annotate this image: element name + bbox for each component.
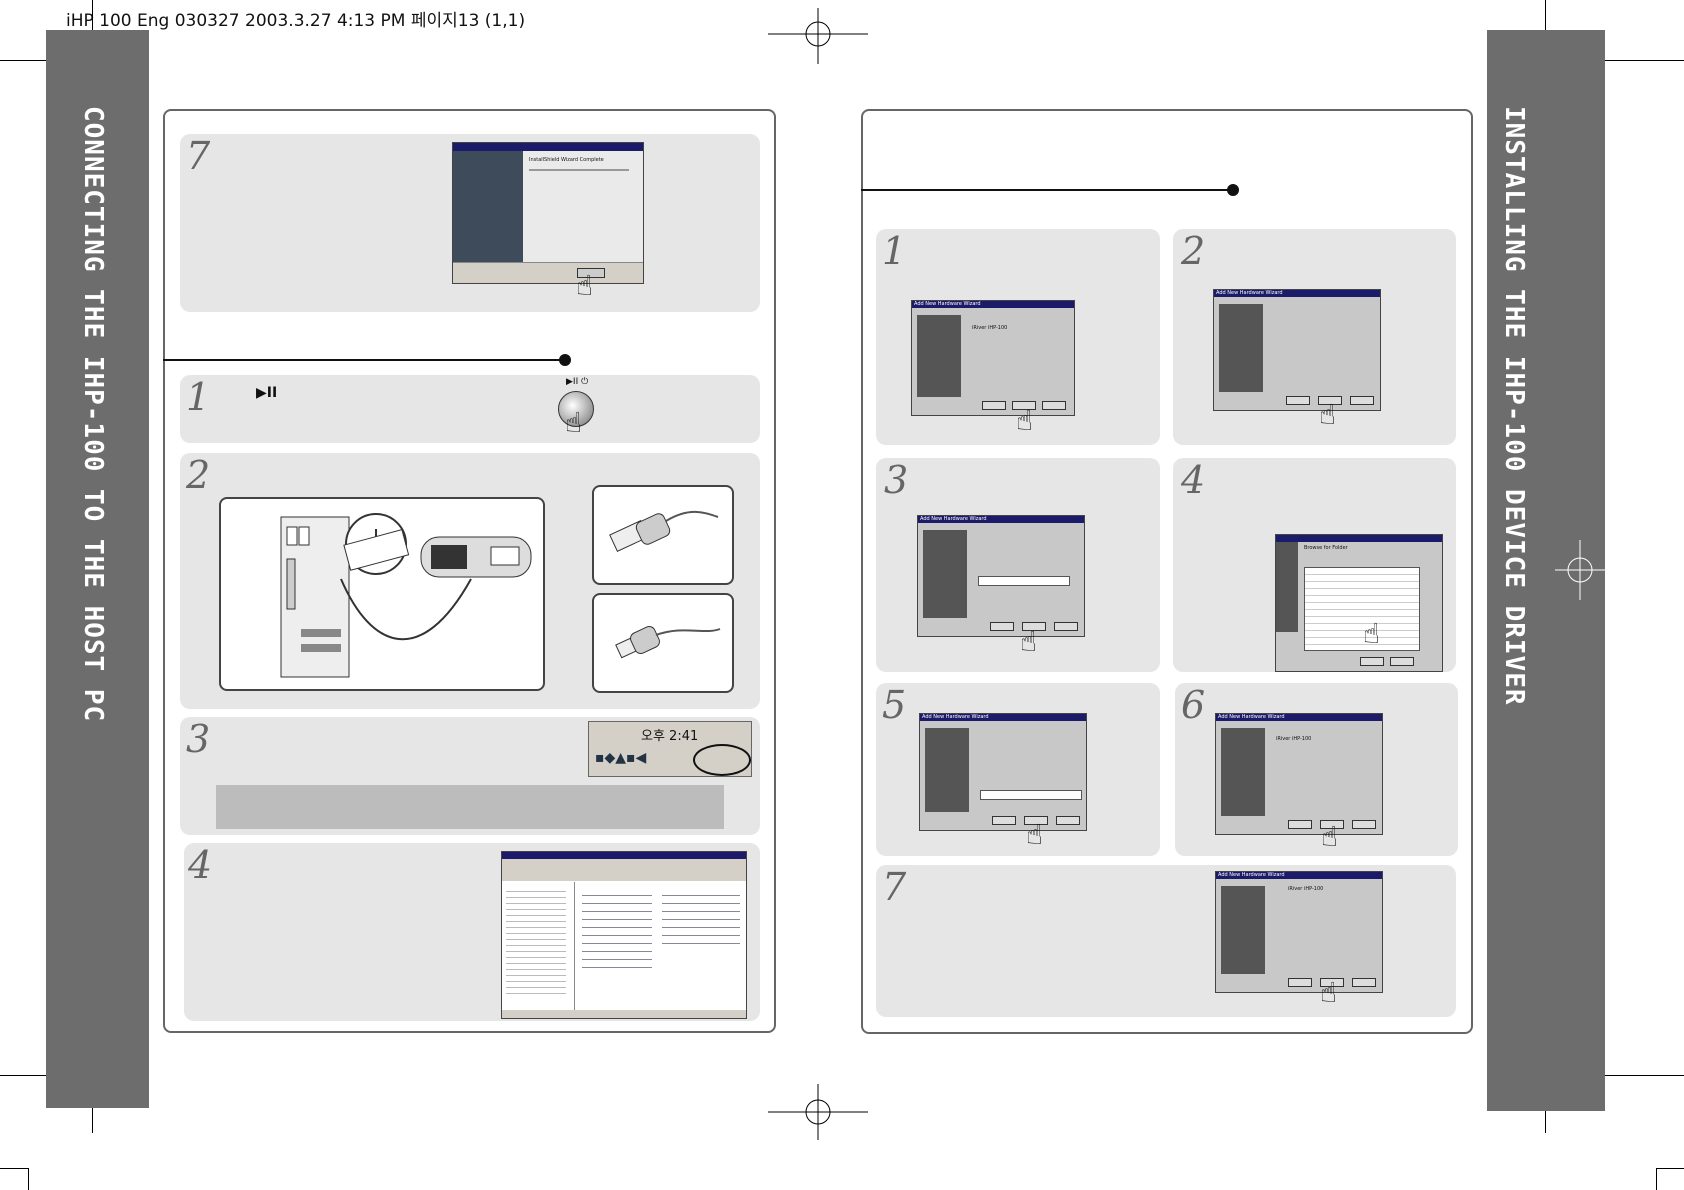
right-step-5: 5 Add New Hardware Wizard ☝ — [876, 683, 1160, 856]
device-name: iRiver iHP-100 — [1288, 886, 1324, 892]
hand-pointer-icon: ☝ — [1321, 820, 1339, 853]
pc-connection-illustration — [219, 497, 545, 691]
left-step-7: 7 InstallShield Wizard Complete ☝ — [180, 134, 760, 312]
step-number: 3 — [884, 458, 909, 502]
crop-mark — [1602, 60, 1684, 61]
power-button-label: ▶II ⏻ — [566, 377, 589, 387]
crop-mark — [28, 1168, 29, 1190]
step-number: 2 — [1181, 229, 1206, 273]
install-complete-screenshot: InstallShield Wizard Complete — [452, 142, 644, 284]
tray-time: 오후 2:41 — [641, 729, 699, 744]
hand-pointer-icon: ☝ — [1016, 404, 1034, 437]
left-step-4: 4 — [184, 843, 760, 1021]
dialog-title: Add New Hardware Wizard — [1218, 714, 1285, 720]
right-step-2: 2 Add New Hardware Wizard ☝ — [1173, 229, 1456, 445]
section-rule-left — [163, 359, 566, 361]
section-rule-dot — [1227, 184, 1239, 196]
step-number: 4 — [188, 843, 213, 887]
device-name: iRiver iHP-100 — [1276, 736, 1312, 742]
pc-usb-diagram — [280, 513, 532, 678]
dialog-title: Add New Hardware Wizard — [922, 714, 989, 720]
left-sidebar: CONNECTING THE IHP-100 TO THE HOST PC — [46, 30, 149, 1108]
wizard-dialog: Add New Hardware Wizard iRiver iHP-100 — [911, 300, 1075, 416]
wizard-dialog: Add New Hardware Wizard — [917, 515, 1085, 637]
registration-mark-bottom — [768, 1084, 868, 1140]
crop-mark — [0, 1168, 28, 1169]
wizard-title: InstallShield Wizard Complete — [529, 157, 604, 163]
left-step-2: 2 — [180, 453, 760, 709]
dialog-title: Add New Hardware Wizard — [914, 301, 981, 307]
step-number: 6 — [1181, 683, 1206, 727]
usb-b-plug-illustration — [592, 593, 734, 693]
wizard-finish-dialog: Add New Hardware Wizard iRiver iHP-100 — [1215, 871, 1383, 993]
crop-mark — [1656, 1168, 1684, 1169]
folder-tree[interactable] — [1304, 567, 1420, 651]
step-number: 1 — [882, 229, 907, 273]
explorer-screenshot — [501, 851, 747, 1019]
dialog-title: Add New Hardware Wizard — [920, 516, 987, 522]
hand-pointer-icon: ☝ — [1020, 625, 1038, 658]
right-step-3: 3 Add New Hardware Wizard ☝ — [876, 458, 1160, 672]
step-number: 2 — [186, 453, 211, 497]
right-step-4: 4 Browse for Folder ☝ — [1173, 458, 1456, 672]
crop-mark — [1602, 1075, 1684, 1076]
hand-pointer-icon: ☝ — [1319, 398, 1337, 431]
dialog-title: Add New Hardware Wizard — [1216, 290, 1283, 296]
note-box — [216, 785, 724, 829]
wizard-dialog: Add New Hardware Wizard — [919, 713, 1087, 831]
step-number: 7 — [186, 134, 211, 178]
crop-mark — [1656, 1168, 1657, 1190]
step-number: 5 — [882, 683, 907, 727]
step-number: 7 — [882, 865, 907, 909]
right-step-7: 7 Add New Hardware Wizard iRiver iHP-100… — [876, 865, 1456, 1017]
step-number: 4 — [1181, 458, 1206, 502]
print-header: iHP 100 Eng 030327 2003.3.27 4:13 PM 페이지… — [66, 11, 526, 31]
wizard-dialog: Add New Hardware Wizard iRiver iHP-100 — [1215, 713, 1383, 835]
dialog-title: Browse for Folder — [1304, 545, 1348, 551]
dialog-title: Add New Hardware Wizard — [1218, 872, 1285, 878]
left-sidebar-title: CONNECTING THE IHP-100 TO THE HOST PC — [78, 106, 108, 723]
registration-mark-top — [768, 8, 868, 64]
right-step-1: 1 Add New Hardware Wizard iRiver iHP-100… — [876, 229, 1160, 445]
hand-pointer-icon: ☝ — [565, 406, 583, 439]
usb-tray-icon[interactable] — [693, 744, 751, 776]
hand-pointer-icon: ☝ — [1363, 617, 1381, 650]
wizard-dialog: Add New Hardware Wizard — [1213, 289, 1381, 411]
left-step-3: 3 오후 2:41 ▪◆▲▪◀ — [180, 717, 760, 835]
section-rule-dot — [559, 354, 571, 366]
hand-pointer-icon: ☝ — [1320, 976, 1338, 1009]
step-number: 3 — [186, 717, 211, 761]
browse-folder-dialog: Browse for Folder — [1275, 534, 1443, 672]
system-tray-screenshot: 오후 2:41 ▪◆▲▪◀ — [588, 721, 752, 777]
right-step-6: 6 Add New Hardware Wizard iRiver iHP-100… — [1175, 683, 1458, 856]
step-number: 1 — [186, 375, 211, 419]
usb-a-plug-illustration — [592, 485, 734, 585]
tray-icons: ▪◆▲▪◀ — [595, 750, 647, 766]
device-name: iRiver iHP-100 — [972, 325, 1008, 331]
section-rule-right — [861, 189, 1233, 191]
hand-pointer-icon: ☝ — [576, 269, 594, 302]
registration-mark-right — [1555, 540, 1605, 600]
right-sidebar-title: INSTALLING THE IHP-100 DEVICE DRIVER — [1499, 106, 1529, 706]
play-pause-icon: ▶II — [256, 385, 278, 401]
hand-pointer-icon: ☝ — [1026, 818, 1044, 851]
left-step-1: 1 ▶II ▶II ⏻ ☝ — [180, 375, 760, 443]
